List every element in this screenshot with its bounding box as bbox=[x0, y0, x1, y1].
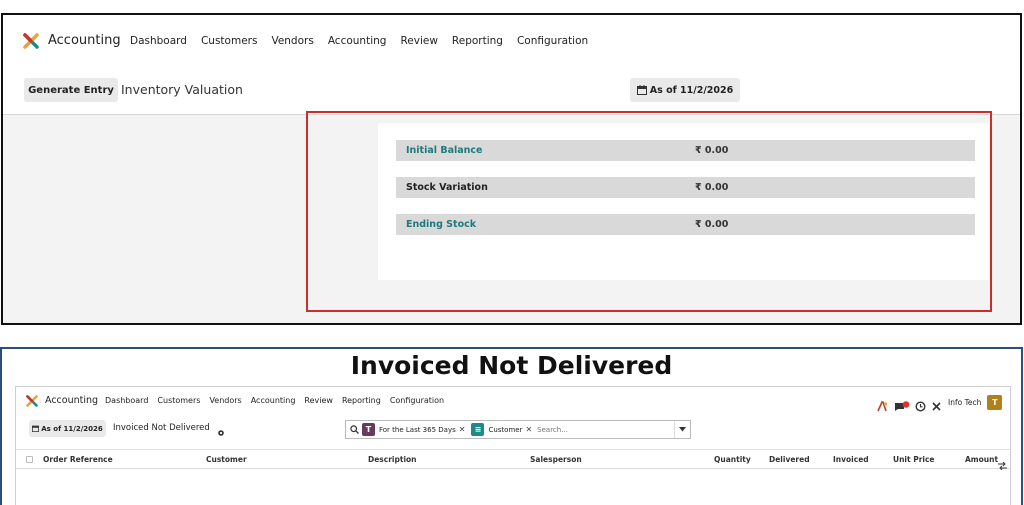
section-title: Invoiced Not Delivered bbox=[350, 351, 673, 380]
column-amount[interactable]: Amount bbox=[965, 455, 998, 464]
inner-screen: Accounting Dashboard Customers Vendors A… bbox=[15, 386, 1011, 505]
optional-columns-icon[interactable] bbox=[998, 455, 1007, 474]
menu-reporting[interactable]: Reporting bbox=[342, 396, 381, 405]
page-title: Invoiced Not Delivered bbox=[113, 423, 210, 433]
systray: Info Tech T bbox=[877, 395, 1003, 412]
search-bar[interactable]: T For the Last 365 Days ✕ ≡ Customer ✕ bbox=[345, 420, 691, 439]
ending-stock-label[interactable]: Ending Stock bbox=[406, 219, 476, 230]
menu-configuration[interactable]: Configuration bbox=[390, 396, 444, 405]
menu-customers[interactable]: Customers bbox=[157, 396, 200, 405]
caret-down-icon bbox=[679, 427, 686, 432]
calendar-icon bbox=[32, 425, 40, 432]
control-panel: Generate Entry Inventory Valuation As of… bbox=[3, 65, 1020, 115]
menu-accounting[interactable]: Accounting bbox=[328, 35, 387, 47]
menu-dashboard[interactable]: Dashboard bbox=[130, 35, 187, 47]
list-header: Order Reference Customer Description Sal… bbox=[16, 449, 1010, 471]
column-unit-price[interactable]: Unit Price bbox=[893, 455, 935, 464]
menu-dashboard[interactable]: Dashboard bbox=[105, 396, 148, 405]
debug-icon[interactable] bbox=[877, 397, 888, 412]
generate-entry-button[interactable]: Generate Entry bbox=[24, 78, 118, 102]
ending-stock-amount: ₹ 0.00 bbox=[695, 219, 729, 230]
activity-clock-icon[interactable] bbox=[915, 397, 926, 412]
column-salesperson[interactable]: Salesperson bbox=[530, 455, 582, 464]
remove-facet-icon[interactable]: ✕ bbox=[459, 425, 466, 434]
search-input[interactable] bbox=[537, 425, 658, 434]
messages-icon[interactable] bbox=[894, 397, 910, 411]
menu-accounting[interactable]: Accounting bbox=[251, 396, 296, 405]
menu-vendors[interactable]: Vendors bbox=[209, 396, 241, 405]
menu-customers[interactable]: Customers bbox=[201, 35, 257, 47]
initial-balance-label[interactable]: Initial Balance bbox=[406, 145, 482, 156]
select-all-checkbox[interactable] bbox=[26, 456, 33, 463]
stock-variation-label: Stock Variation bbox=[406, 182, 488, 193]
menu-review[interactable]: Review bbox=[400, 35, 437, 47]
date-filter-button[interactable]: As of 11/2/2026 bbox=[29, 420, 106, 437]
inventory-valuation-screenshot: Accounting Dashboard Customers Vendors A… bbox=[1, 13, 1022, 325]
app-name[interactable]: Accounting bbox=[48, 33, 121, 48]
date-filter-label: As of 11/2/2026 bbox=[649, 84, 734, 96]
date-filter-label: As of 11/2/2026 bbox=[41, 424, 103, 433]
menu-reporting[interactable]: Reporting bbox=[452, 35, 503, 47]
search-facet-groupby[interactable]: ≡ Customer ✕ bbox=[471, 423, 532, 436]
menu-configuration[interactable]: Configuration bbox=[517, 35, 588, 47]
page-title: Inventory Valuation bbox=[121, 82, 243, 97]
column-description[interactable]: Description bbox=[368, 455, 417, 464]
search-icon[interactable] bbox=[350, 425, 359, 434]
search-facet-date[interactable]: T For the Last 365 Days ✕ bbox=[362, 423, 465, 436]
menu-review[interactable]: Review bbox=[304, 396, 333, 405]
filter-icon: T bbox=[362, 423, 375, 436]
app-name[interactable]: Accounting bbox=[45, 395, 98, 406]
invoiced-not-delivered-screenshot: Invoiced Not Delivered Accounting Dashbo… bbox=[0, 347, 1023, 505]
search-dropdown-toggle[interactable] bbox=[674, 421, 690, 438]
stock-variation-amount: ₹ 0.00 bbox=[695, 182, 729, 193]
company-name[interactable]: Info Tech bbox=[948, 398, 981, 407]
column-customer[interactable]: Customer bbox=[206, 455, 247, 464]
column-quantity[interactable]: Quantity bbox=[714, 455, 751, 464]
date-filter-button[interactable]: As of 11/2/2026 bbox=[630, 78, 740, 102]
calendar-icon bbox=[636, 85, 647, 95]
remove-facet-icon[interactable]: ✕ bbox=[525, 425, 532, 434]
facet-label: Customer bbox=[488, 425, 523, 434]
report-row-stock-variation: Stock Variation ₹ 0.00 bbox=[396, 177, 975, 198]
column-order-reference[interactable]: Order Reference bbox=[43, 455, 113, 464]
facet-label: For the Last 365 Days bbox=[379, 425, 456, 434]
accounting-app-icon[interactable] bbox=[26, 395, 38, 407]
main-navbar: Accounting Dashboard Customers Vendors A… bbox=[3, 15, 1020, 65]
initial-balance-amount: ₹ 0.00 bbox=[695, 145, 729, 156]
group-by-icon: ≡ bbox=[471, 423, 485, 436]
settings-tools-icon[interactable] bbox=[931, 397, 942, 411]
menu-vendors[interactable]: Vendors bbox=[271, 35, 313, 47]
gear-icon[interactable] bbox=[217, 422, 225, 441]
report-row-initial-balance[interactable]: Initial Balance ₹ 0.00 bbox=[396, 140, 975, 161]
column-invoiced[interactable]: Invoiced bbox=[833, 455, 869, 464]
user-avatar[interactable]: T bbox=[987, 395, 1003, 410]
column-delivered[interactable]: Delivered bbox=[769, 455, 810, 464]
report-row-ending-stock[interactable]: Ending Stock ₹ 0.00 bbox=[396, 214, 975, 235]
accounting-app-icon[interactable] bbox=[23, 33, 39, 49]
avatar-initial: T bbox=[992, 398, 998, 407]
